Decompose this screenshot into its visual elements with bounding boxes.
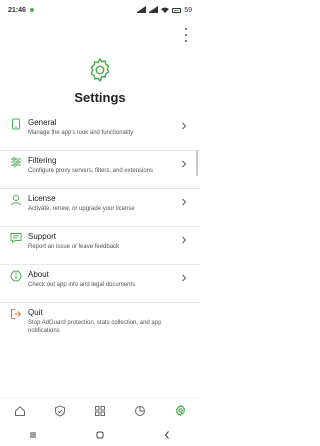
nav-protection[interactable]	[53, 404, 67, 418]
chevron-right-icon	[182, 122, 187, 130]
nav-settings[interactable]	[173, 404, 187, 418]
settings-gear-icon	[90, 58, 110, 82]
statistics-icon	[135, 405, 145, 416]
menu-item-text: Quit Stop AdGuard protection, stats coll…	[28, 308, 188, 335]
menu-item-quit[interactable]: Quit Stop AdGuard protection, stats coll…	[0, 302, 200, 350]
device-icon	[12, 118, 20, 130]
wifi-icon	[161, 7, 170, 13]
support-icon	[10, 233, 22, 243]
system-navigation	[0, 424, 200, 446]
menu-item-label: Filtering	[28, 156, 57, 165]
status-icons: 59	[137, 6, 192, 14]
shield-icon	[55, 404, 65, 417]
home-button[interactable]	[94, 429, 106, 441]
menu-item-description: Manage the app's look and functionality	[28, 130, 134, 136]
nav-activity[interactable]	[93, 404, 107, 418]
back-button[interactable]	[161, 429, 173, 441]
chevron-right-icon	[182, 274, 187, 282]
menu-item-description: Check out app info and legal documents	[28, 282, 136, 288]
menu-item-general[interactable]: General Manage the app's look and functi…	[0, 112, 200, 150]
menu-item-text: About Check out app info and legal docum…	[28, 270, 180, 289]
back-icon	[164, 431, 169, 439]
menu-item-label: About	[28, 270, 49, 279]
menu-item-text: Filtering Configure proxy servers, filte…	[28, 156, 180, 175]
menu-item-label: License	[28, 194, 56, 203]
notification-dot-icon	[29, 8, 34, 12]
menu-item-filtering[interactable]: Filtering Configure proxy servers, filte…	[0, 150, 200, 188]
signal-icon-2	[149, 6, 159, 13]
scrollbar[interactable]	[196, 150, 198, 176]
menu-item-description: Stop AdGuard protection, stats collectio…	[28, 320, 162, 334]
menu-item-label: General	[28, 118, 57, 127]
menu-item-description: Configure proxy servers, filters, and ex…	[28, 168, 154, 174]
bottom-navigation	[0, 398, 200, 422]
menu-item-text: General Manage the app's look and functi…	[28, 118, 180, 137]
menu-item-about[interactable]: About Check out app info and legal docum…	[0, 264, 200, 302]
page-title: Settings	[74, 90, 126, 105]
square-icon	[96, 431, 104, 439]
menu-item-label: Support	[28, 232, 57, 241]
home-icon	[15, 405, 25, 416]
settings-menu: General Manage the app's look and functi…	[0, 112, 200, 350]
menu-item-description: Report an issue or leave feedback	[28, 244, 120, 250]
grid-icon	[95, 405, 105, 416]
info-icon	[10, 270, 22, 282]
menu-item-text: Support Report an issue or leave feedbac…	[28, 232, 180, 251]
nav-home[interactable]	[13, 404, 27, 418]
menu-item-label: Quit	[28, 308, 43, 317]
chevron-right-icon	[182, 198, 187, 206]
menu-item-license[interactable]: License Activate, renew, or upgrade your…	[0, 188, 200, 226]
menu-lines-icon	[30, 432, 37, 438]
menu-item-text: License Activate, renew, or upgrade your…	[28, 194, 180, 213]
menu-item-description: Activate, renew, or upgrade your license	[28, 206, 135, 212]
nav-statistics[interactable]	[133, 404, 147, 418]
chevron-right-icon	[182, 236, 187, 244]
filter-icon	[11, 157, 21, 167]
status-time: 21:46	[8, 6, 26, 14]
recent-apps-button[interactable]	[27, 429, 39, 441]
status-bar: 21:46 59	[0, 0, 200, 20]
menu-item-support[interactable]: Support Report an issue or leave feedbac…	[0, 226, 200, 264]
more-options-icon[interactable]	[182, 28, 190, 42]
signal-icon	[137, 6, 147, 13]
battery-icon	[172, 7, 182, 13]
battery-level: 59	[184, 6, 192, 14]
settings-gear-icon	[175, 404, 185, 417]
quit-icon	[11, 309, 22, 319]
chevron-right-icon	[182, 160, 187, 168]
license-icon	[11, 195, 21, 206]
